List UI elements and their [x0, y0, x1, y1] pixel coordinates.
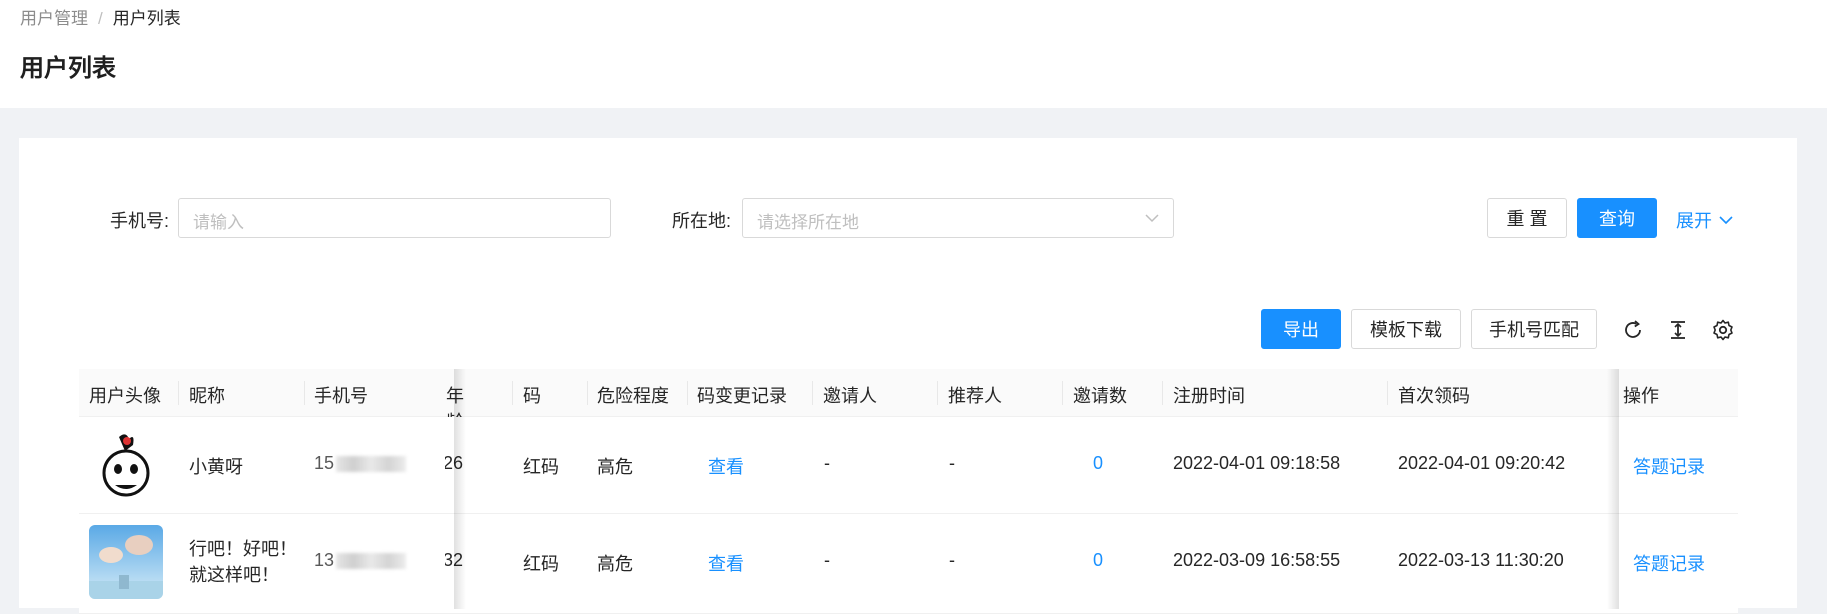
phone-label: 手机号:	[110, 211, 170, 231]
expand-label: 展开	[1676, 211, 1712, 231]
danger-cell: 高危	[597, 457, 633, 477]
phone-prefix: 13	[314, 550, 335, 570]
photo-avatar	[89, 525, 163, 599]
invite-count-link[interactable]: 0	[1093, 550, 1103, 571]
col-nickname: 昵称	[189, 386, 225, 406]
table-row: 小黄呀 15 26 红码 高危 查看 - - 0 2022-04-01 09:1…	[79, 417, 1738, 514]
view-code-history-link[interactable]: 查看	[708, 453, 744, 479]
expand-toggle[interactable]: 展开	[1676, 207, 1734, 233]
chevron-down-icon	[1719, 216, 1733, 225]
reload-icon[interactable]	[1621, 318, 1645, 342]
table-header: 用户头像 昵称 手机号 年龄 码 危险程度 码变更记录 邀请人 推荐人 邀请数 …	[79, 369, 1738, 432]
fixed-column-shadow	[1607, 369, 1619, 609]
danger-cell: 高危	[597, 554, 633, 574]
code-cell: 红码	[523, 457, 559, 477]
phone-placeholder: 请输入	[193, 213, 244, 232]
location-placeholder: 请选择所在地	[757, 213, 859, 232]
column-divider	[937, 381, 938, 405]
col-danger: 危险程度	[597, 386, 669, 406]
template-download-button[interactable]: 模板下载	[1351, 309, 1461, 349]
register-time-cell: 2022-04-01 09:18:58	[1173, 453, 1341, 473]
masked-phone	[336, 456, 407, 473]
nickname-line: 行吧！好吧！	[189, 539, 297, 559]
code-cell: 红码	[523, 554, 559, 574]
breadcrumb-parent[interactable]: 用户管理	[20, 9, 88, 28]
masked-phone	[336, 553, 407, 570]
chevron-down-icon	[1145, 214, 1159, 223]
breadcrumb-current: 用户列表	[112, 9, 181, 28]
phone-cell: 15	[314, 453, 407, 474]
col-code: 码	[523, 386, 541, 406]
referrer-cell: -	[949, 550, 955, 570]
nickname: 小黄呀	[189, 457, 243, 477]
col-action: 操作	[1623, 386, 1659, 406]
column-divider	[304, 381, 305, 405]
breadcrumb: 用户管理 / 用户列表	[20, 4, 181, 29]
location-select[interactable]: 请选择所在地	[742, 198, 1174, 238]
first-code-time-cell: 2022-04-01 09:20:42	[1398, 453, 1566, 473]
inviter-cell: -	[824, 453, 830, 473]
cartoon-face-avatar	[89, 429, 163, 503]
breadcrumb-separator: /	[98, 9, 103, 28]
column-divider	[1062, 381, 1063, 405]
col-inviter: 邀请人	[823, 386, 877, 406]
column-divider	[512, 381, 513, 405]
phone-input[interactable]: 请输入	[178, 198, 611, 238]
column-divider	[1162, 381, 1163, 405]
col-referrer: 推荐人	[948, 386, 1002, 406]
col-register-time: 注册时间	[1173, 386, 1245, 406]
nickname-line: 就这样吧！	[189, 565, 279, 585]
phone-prefix: 15	[314, 453, 335, 473]
location-label: 所在地:	[672, 211, 732, 231]
view-code-history-link[interactable]: 查看	[708, 550, 744, 576]
column-height-icon[interactable]	[1666, 318, 1690, 342]
register-time-cell: 2022-03-09 16:58:55	[1173, 550, 1341, 570]
first-code-time-cell: 2022-03-13 11:30:20	[1398, 550, 1564, 570]
nickname: 行吧！好吧！ 就这样吧！	[189, 536, 297, 588]
col-invite-count: 邀请数	[1073, 386, 1127, 406]
col-code-history: 码变更记录	[697, 386, 787, 406]
column-divider	[812, 381, 813, 405]
answer-record-link[interactable]: 答题记录	[1633, 453, 1705, 479]
column-divider	[1387, 381, 1388, 405]
referrer-cell: -	[949, 453, 955, 473]
table-row: 行吧！好吧！就这样吧！ 13 32 红码 高危 查看 - - 0 2022-03…	[79, 514, 1738, 614]
export-button[interactable]: 导出	[1261, 309, 1341, 349]
column-divider	[587, 381, 588, 405]
query-button[interactable]: 查询	[1577, 198, 1657, 238]
column-divider	[178, 381, 179, 405]
page-title: 用户列表	[20, 55, 116, 82]
invite-count-link[interactable]: 0	[1093, 453, 1103, 474]
inviter-cell: -	[824, 550, 830, 570]
col-first-code-time: 首次领码	[1398, 386, 1470, 406]
fixed-column-shadow	[454, 369, 466, 609]
column-divider	[687, 381, 688, 405]
answer-record-link[interactable]: 答题记录	[1633, 550, 1705, 576]
phone-cell: 13	[314, 550, 407, 571]
col-phone: 手机号	[314, 386, 368, 406]
reset-button[interactable]: 重 置	[1487, 198, 1567, 238]
phone-match-button[interactable]: 手机号匹配	[1471, 309, 1597, 349]
setting-icon[interactable]	[1711, 318, 1735, 342]
col-avatar: 用户头像	[89, 386, 161, 406]
page-header: 用户管理 / 用户列表 用户列表	[0, 0, 1827, 108]
